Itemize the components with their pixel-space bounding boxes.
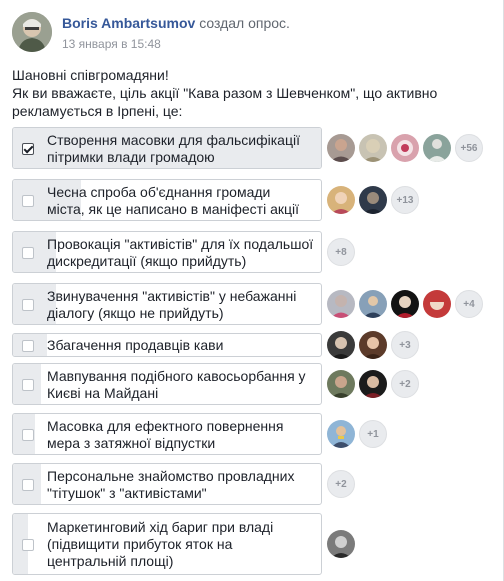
post-body: Шановні співгромадяни! Як ви вважаєте, ц… — [12, 66, 482, 120]
poll-option-label-line: (підвищити прибуток яток на — [47, 536, 233, 552]
poll-option-box[interactable]: Чесна спроба об'єднання громади міста, я… — [12, 179, 322, 221]
poll-option-3: Звинувачення "активістів" у небажанні ді… — [12, 283, 492, 325]
more-voters-count[interactable]: +3 — [391, 331, 419, 359]
voter-avatar[interactable] — [359, 370, 387, 398]
poll-option-0: Створення масовки для фальсифікації пітр… — [12, 127, 492, 169]
more-voters-count[interactable]: +13 — [391, 186, 419, 214]
poll-option-label-line: дискредитації (якщо прийдуть) — [47, 253, 247, 269]
poll-option-box[interactable]: Маркетинговий хід бариг при владі (підви… — [12, 513, 322, 575]
poll-option-box[interactable]: Збагачення продавців кави — [12, 333, 322, 357]
poll-option-label: Створення масовки для фальсифікації пітр… — [47, 132, 315, 166]
voter-avatar[interactable] — [423, 134, 451, 162]
poll-option-label-line: мера з затяжної відпустки — [47, 435, 216, 451]
poll-option-label-line: Персональне знайомство провладних — [47, 468, 295, 484]
post-text-line: Як ви вважаєте, ціль акції "Кава разом з… — [12, 85, 438, 101]
poll-option-checkbox[interactable] — [22, 379, 34, 391]
voter-avatar[interactable] — [359, 134, 387, 162]
poll-option-label-line: Створення масовки для фальсифікації — [47, 132, 300, 148]
poll-option-checkbox[interactable] — [22, 195, 34, 207]
poll-option-8: Маркетинговий хід бариг при владі (підви… — [12, 513, 492, 575]
poll-option-box[interactable]: Провокація "активістів" для їх подальшої… — [12, 231, 322, 273]
poll-option-7: Персональне знайомство провладних "тітуш… — [12, 463, 492, 505]
poll-option-checkbox[interactable] — [22, 247, 34, 259]
poll-option-box[interactable]: Масовка для ефектного повернення мера з … — [12, 413, 322, 455]
voter-avatar[interactable] — [359, 331, 387, 359]
more-voters-count[interactable]: +2 — [327, 470, 355, 498]
poll-option-label: Персональне знайомство провладних "тітуш… — [47, 468, 315, 502]
poll-option-box[interactable]: Створення масовки для фальсифікації пітр… — [12, 127, 322, 169]
voter-avatar[interactable] — [327, 186, 355, 214]
more-voters-count[interactable]: +56 — [455, 134, 483, 162]
poll-option-checkbox[interactable] — [22, 299, 34, 311]
author-line: Boris Ambartsumov создал опрос. — [62, 15, 290, 31]
author-name-link[interactable]: Boris Ambartsumov — [62, 15, 195, 31]
voter-avatar[interactable] — [327, 530, 355, 558]
poll-option-label: Масовка для ефектного повернення мера з … — [47, 418, 315, 452]
poll-option-label: Мавпування подібного кавосьорбання у Киє… — [47, 368, 315, 402]
voter-avatar[interactable] — [359, 290, 387, 318]
poll-option-label: Маркетинговий хід бариг при владі (підви… — [47, 519, 315, 570]
poll-option-checkbox[interactable] — [22, 429, 34, 441]
poll-option-6: Масовка для ефектного повернення мера з … — [12, 413, 492, 455]
poll-option-label-line: пітримки влади громадою — [47, 149, 215, 165]
poll-option-checkbox[interactable] — [22, 479, 34, 491]
poll-option-2: Провокація "активістів" для їх подальшої… — [12, 231, 492, 273]
poll-option-box[interactable]: Звинувачення "активістів" у небажанні ді… — [12, 283, 322, 325]
poll-option-label-line: Збагачення продавців кави — [47, 337, 224, 353]
voter-avatar[interactable] — [359, 186, 387, 214]
poll-option-label-line: "тітушок" з "активістами" — [47, 485, 207, 501]
voter-avatar[interactable] — [327, 420, 355, 448]
poll-option-5: Мавпування подібного кавосьорбання у Киє… — [12, 363, 492, 405]
post-timestamp[interactable]: 13 января в 15:48 — [62, 37, 161, 51]
poll-option-label-line: Звинувачення "активістів" у небажанні — [47, 288, 297, 304]
poll-option-label-line: Масовка для ефектного повернення — [47, 418, 284, 434]
more-voters-count[interactable]: +2 — [391, 370, 419, 398]
poll-option-label-line: Києві на Майдані — [47, 385, 159, 401]
poll-option-checkbox[interactable] — [22, 539, 34, 551]
poll-option-label-line: діалогу (якщо не прийдуть) — [47, 305, 224, 321]
voter-avatar[interactable] — [327, 370, 355, 398]
poll-option-label: Збагачення продавців кави — [47, 337, 315, 354]
voter-avatar[interactable] — [327, 290, 355, 318]
poll-option-label: Чесна спроба об'єднання громади міста, я… — [47, 184, 315, 218]
poll-option-box[interactable]: Персональне знайомство провладних "тітуш… — [12, 463, 322, 505]
poll-post: Boris Ambartsumov создал опрос. 13 январ… — [0, 0, 504, 581]
poll-option-label-line: центральній площі) — [47, 553, 174, 569]
poll-option-label: Провокація "активістів" для їх подальшої… — [47, 236, 315, 270]
voter-avatar[interactable] — [327, 331, 355, 359]
voter-avatar[interactable] — [391, 290, 419, 318]
more-voters-count[interactable]: +8 — [327, 238, 355, 266]
poll-option-label-line: Мавпування подібного кавосьорбання у — [47, 368, 306, 384]
voter-avatar[interactable] — [391, 134, 419, 162]
poll-option-checkbox[interactable] — [22, 143, 34, 155]
post-header: Boris Ambartsumov создал опрос. 13 январ… — [12, 12, 482, 56]
post-text-line: Шановні співгромадяни! — [12, 67, 169, 83]
poll-option-4: Збагачення продавців кави +3 — [12, 331, 492, 359]
voter-avatar[interactable] — [327, 134, 355, 162]
poll-option-label-line: міста, як це написано в маніфесті акції — [47, 201, 300, 217]
post-text-line: рекламується в Ірпені, це: — [12, 103, 183, 119]
poll-option-label-line: Маркетинговий хід бариг при владі — [47, 519, 274, 535]
poll-option-checkbox[interactable] — [22, 340, 34, 352]
more-voters-count[interactable]: +4 — [455, 290, 483, 318]
poll-option-label-line: Чесна спроба об'єднання громади — [47, 184, 271, 200]
poll-option-box[interactable]: Мавпування подібного кавосьорбання у Киє… — [12, 363, 322, 405]
voter-avatar[interactable] — [423, 290, 451, 318]
author-avatar[interactable] — [12, 12, 52, 52]
post-action-text: создал опрос. — [199, 15, 290, 31]
poll-option-label: Звинувачення "активістів" у небажанні ді… — [47, 288, 315, 322]
author-avatar-image — [12, 12, 52, 52]
poll-option-1: Чесна спроба об'єднання громади міста, я… — [12, 179, 492, 221]
more-voters-count[interactable]: +1 — [359, 420, 387, 448]
poll-option-label-line: Провокація "активістів" для їх подальшої — [47, 236, 314, 252]
